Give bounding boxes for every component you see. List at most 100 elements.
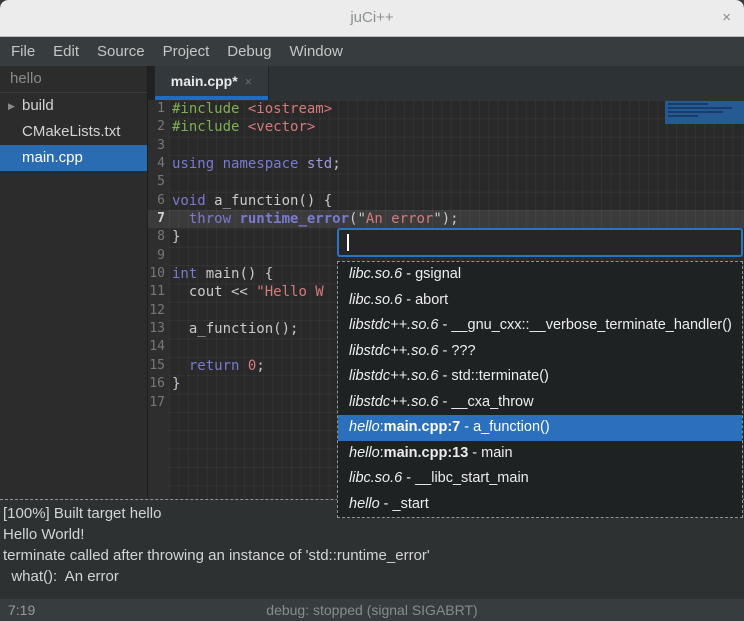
backtrace-list: libc.so.6 - gsignallibc.so.6 - abortlibs…: [337, 261, 743, 518]
text-segment: - ???: [438, 343, 475, 359]
text-segment: [172, 211, 189, 227]
text-segment: void: [172, 193, 206, 209]
backtrace-item[interactable]: hello - _start: [338, 492, 742, 518]
terminal-line: Hello World!: [3, 524, 744, 545]
text-segment: (": [349, 211, 366, 227]
text-segment: main() {: [197, 266, 273, 282]
tab-separator: [268, 66, 269, 100]
backtrace-item[interactable]: hello:main.cpp:7 - a_function(): [338, 415, 742, 441]
text-cursor: [347, 234, 349, 251]
text-segment: [239, 119, 247, 135]
terminal-line: what(): An error: [3, 566, 744, 587]
text-segment: hello: [349, 445, 380, 461]
text-segment: }: [172, 376, 180, 392]
menubar: FileEditSourceProjectDebugWindow: [0, 37, 744, 66]
line-number: 1: [148, 100, 169, 118]
text-segment: ;: [332, 156, 340, 172]
tab-label: main.cpp*: [171, 73, 238, 89]
code-line: #include <iostream>: [169, 100, 744, 118]
text-segment: - __gnu_cxx::__verbose_terminate_handler…: [438, 317, 731, 333]
menu-item-project[interactable]: Project: [154, 37, 219, 66]
text-segment: ");: [433, 211, 458, 227]
text-segment: #include: [172, 119, 239, 135]
text-segment: main.cpp: [22, 149, 83, 166]
terminal-line: terminate called after throwing an insta…: [3, 545, 744, 566]
text-segment: CMakeLists.txt: [22, 123, 120, 140]
text-segment: ;: [256, 358, 264, 374]
text-segment: hello: [349, 419, 380, 435]
backtrace-item[interactable]: libstdc++.so.6 - std::terminate(): [338, 364, 742, 390]
text-segment: - a_function(): [460, 419, 549, 435]
sidebar-item-cmakelists.txt[interactable]: CMakeLists.txt: [0, 119, 147, 145]
text-segment: - __libc_start_main: [402, 470, 529, 486]
text-segment: <iostream>: [248, 101, 332, 117]
expander-icon: ▶: [8, 93, 15, 119]
tooltip-text-line: [668, 107, 732, 109]
line-number: 10: [148, 265, 169, 283]
code-line: throw runtime_error("An error");: [169, 210, 744, 228]
text-segment: libstdc++.so.6: [349, 394, 438, 410]
code-line: void a_function() {: [169, 192, 744, 210]
line-number: 12: [148, 302, 169, 320]
tooltip-text-line: [668, 103, 708, 105]
line-number: 15: [148, 357, 169, 375]
text-segment: [239, 358, 247, 374]
text-segment: main.cpp:7: [384, 419, 461, 435]
tab-main-cpp[interactable]: main.cpp* ×: [155, 66, 268, 100]
backtrace-item[interactable]: hello:main.cpp:13 - main: [338, 441, 742, 467]
text-segment: - std::terminate(): [438, 368, 548, 384]
line-number-gutter: 1234567891011121314151617: [148, 100, 169, 412]
code-line: using namespace std;: [169, 155, 744, 173]
text-segment: a_function() {: [206, 193, 332, 209]
backtrace-item[interactable]: libc.so.6 - __libc_start_main: [338, 466, 742, 492]
file-tree: ▶build CMakeLists.txt main.cpp: [0, 93, 147, 171]
line-number: 4: [148, 155, 169, 173]
text-segment: libc.so.6: [349, 266, 402, 282]
text-segment: throw: [189, 211, 231, 227]
menu-item-edit[interactable]: Edit: [44, 37, 88, 66]
menu-item-window[interactable]: Window: [280, 37, 351, 66]
code-line: #include <vector>: [169, 118, 744, 136]
text-segment: [298, 156, 306, 172]
menu-item-source[interactable]: Source: [88, 37, 154, 66]
backtrace-item[interactable]: libc.so.6 - abort: [338, 288, 742, 314]
line-number: 3: [148, 137, 169, 155]
text-segment: <vector>: [248, 119, 315, 135]
sidebar-item-build[interactable]: ▶build: [0, 93, 147, 119]
text-segment: [172, 358, 189, 374]
tabbar-lead-strip: [148, 66, 155, 100]
text-segment: }: [172, 229, 180, 245]
text-segment: return: [189, 358, 240, 374]
tooltip-text-line: [668, 115, 698, 117]
menu-item-debug[interactable]: Debug: [218, 37, 280, 66]
backtrace-item[interactable]: libstdc++.so.6 - __cxa_throw: [338, 390, 742, 416]
text-segment: namespace: [223, 156, 299, 172]
backtrace-item[interactable]: libc.so.6 - gsignal: [338, 262, 742, 288]
text-segment: [214, 156, 222, 172]
statusbar: 7:19 debug: stopped (signal SIGABRT): [0, 599, 744, 621]
line-number: 17: [148, 394, 169, 412]
backtrace-item[interactable]: libstdc++.so.6 - ???: [338, 339, 742, 365]
text-segment: - __cxa_throw: [438, 394, 533, 410]
backtrace-item[interactable]: libstdc++.so.6 - __gnu_cxx::__verbose_te…: [338, 313, 742, 339]
text-segment: cout <<: [172, 284, 256, 300]
popup-search-input[interactable]: [337, 228, 743, 257]
sidebar-item-main.cpp[interactable]: main.cpp: [0, 145, 147, 171]
titlebar[interactable]: juCi++ ×: [0, 0, 744, 37]
line-number: 16: [148, 375, 169, 393]
text-segment: - main: [468, 445, 512, 461]
scroll-overview-tooltip: [665, 101, 744, 124]
line-number: 11: [148, 283, 169, 301]
text-segment: libc.so.6: [349, 292, 402, 308]
line-number: 2: [148, 118, 169, 136]
tab-close-icon[interactable]: ×: [245, 74, 253, 89]
cursor-position: 7:19: [8, 599, 35, 621]
text-segment: std: [307, 156, 332, 172]
menu-item-file[interactable]: File: [2, 37, 44, 66]
text-segment: a_function();: [172, 321, 298, 337]
close-icon[interactable]: ×: [722, 0, 731, 36]
text-segment: "Hello W: [256, 284, 323, 300]
line-number: 13: [148, 320, 169, 338]
text-segment: - _start: [380, 496, 429, 512]
text-segment: hello: [349, 496, 380, 512]
